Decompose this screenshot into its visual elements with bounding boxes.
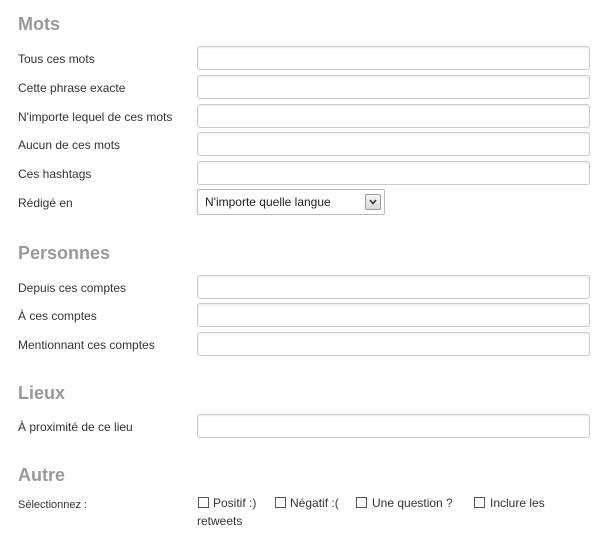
hashtags-input[interactable] bbox=[197, 161, 590, 185]
label-to-accounts: À ces comptes bbox=[18, 309, 97, 323]
label-select: Sélectionnez : bbox=[18, 499, 88, 511]
label-all-words: Tous ces mots bbox=[18, 52, 95, 66]
none-words-input[interactable] bbox=[197, 132, 590, 156]
checkbox-positive[interactable] bbox=[198, 497, 209, 508]
checkbox-positive-label[interactable]: Positif :) bbox=[213, 495, 256, 511]
checkbox-include-retweets-label-wrap[interactable]: retweets bbox=[197, 513, 242, 529]
label-hashtags: Ces hashtags bbox=[18, 167, 92, 181]
to-accounts-input[interactable] bbox=[197, 303, 590, 327]
label-from-accounts: Depuis ces comptes bbox=[18, 281, 127, 295]
checkbox-include-retweets[interactable] bbox=[474, 497, 485, 508]
checkbox-question-label[interactable]: Une question ? bbox=[372, 495, 453, 511]
label-near-place: À proximité de ce lieu bbox=[18, 420, 133, 434]
exact-phrase-input[interactable] bbox=[197, 75, 590, 99]
all-words-input[interactable] bbox=[197, 46, 590, 70]
label-any-words: N'importe lequel de ces mots bbox=[18, 110, 173, 124]
from-accounts-input[interactable] bbox=[197, 275, 590, 299]
label-language: Rédigé en bbox=[18, 196, 73, 210]
section-title-mots: Mots bbox=[18, 14, 60, 34]
chevron-down-icon[interactable] bbox=[365, 194, 381, 210]
language-select[interactable]: N'importe quelle langue bbox=[197, 189, 385, 215]
mentioning-accounts-input[interactable] bbox=[197, 332, 590, 356]
section-title-personnes: Personnes bbox=[18, 243, 111, 263]
label-mentioning-accounts: Mentionnant ces comptes bbox=[18, 338, 155, 352]
checkbox-negative[interactable] bbox=[275, 497, 286, 508]
near-place-input[interactable] bbox=[197, 414, 590, 438]
section-title-autre: Autre bbox=[18, 465, 66, 485]
checkbox-negative-label[interactable]: Négatif :( bbox=[290, 495, 339, 511]
any-words-input[interactable] bbox=[197, 104, 590, 128]
label-none-words: Aucun de ces mots bbox=[18, 138, 121, 152]
checkbox-include-retweets-label[interactable]: Inclure les bbox=[490, 495, 545, 511]
language-select-value: N'importe quelle langue bbox=[205, 195, 331, 209]
section-title-lieux: Lieux bbox=[18, 383, 66, 403]
checkbox-question[interactable] bbox=[356, 497, 367, 508]
label-exact-phrase: Cette phrase exacte bbox=[18, 81, 126, 95]
